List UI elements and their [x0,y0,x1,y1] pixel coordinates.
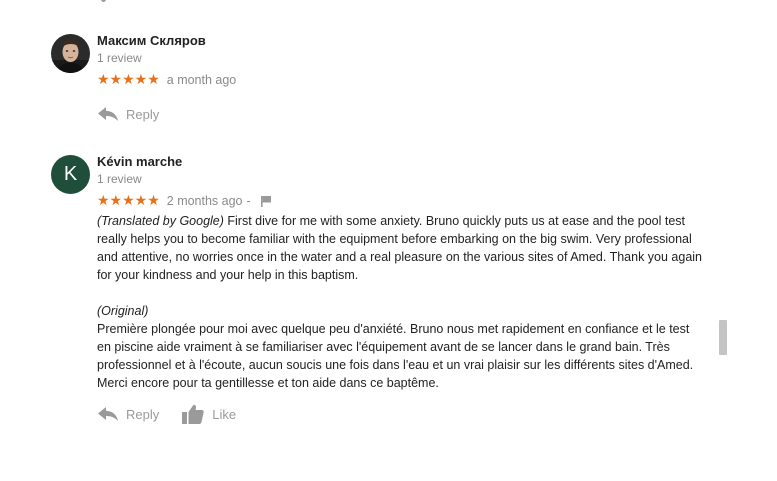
star-rating: ★★★★★ [97,72,160,88]
flag-icon [260,196,271,207]
flag-button[interactable] [260,195,272,207]
previous-review-fragment [101,0,106,2]
original-text: Première plongée pour moi avec quelque p… [97,322,694,390]
avatar[interactable] [51,34,90,73]
translated-label: (Translated by Google) [97,214,224,228]
review-text: (Translated by Google) First dive for me… [97,212,702,392]
translated-paragraph: (Translated by Google) First dive for me… [97,212,702,284]
author-name[interactable]: Kévin marche [97,153,707,170]
review-count: 1 review [97,51,142,65]
review-body: Максим Скляров 1 review ★★★★★ a month ag… [97,32,707,88]
reply-label: Reply [126,406,160,422]
reply-button[interactable]: Reply [98,107,159,122]
review-actions: Reply Like [98,404,236,424]
review-count: 1 review [97,172,142,186]
author-name[interactable]: Максим Скляров [97,32,707,49]
star-rating: ★★★★★ [97,193,160,209]
like-button[interactable]: Like [182,404,236,424]
scrollbar-thumb[interactable] [719,320,727,355]
rating-row: ★★★★★ 2 months ago - [97,193,707,209]
review-body: Kévin marche 1 review ★★★★★ 2 months ago… [97,153,707,392]
thumbs-up-icon [182,404,204,424]
reply-arrow-icon [98,407,118,421]
review-date: a month ago [166,73,237,87]
reply-label: Reply [126,106,160,122]
profile-photo [51,34,90,73]
rating-row: ★★★★★ a month ago [97,72,707,88]
like-label: Like [212,406,237,422]
avatar[interactable]: K [51,155,90,194]
review-date: 2 months ago [166,194,243,208]
reply-button[interactable]: Reply [98,407,159,422]
original-label: (Original) [97,304,149,318]
separator: - [246,194,251,208]
review-actions: Reply [98,104,159,124]
reply-arrow-icon [98,107,118,121]
